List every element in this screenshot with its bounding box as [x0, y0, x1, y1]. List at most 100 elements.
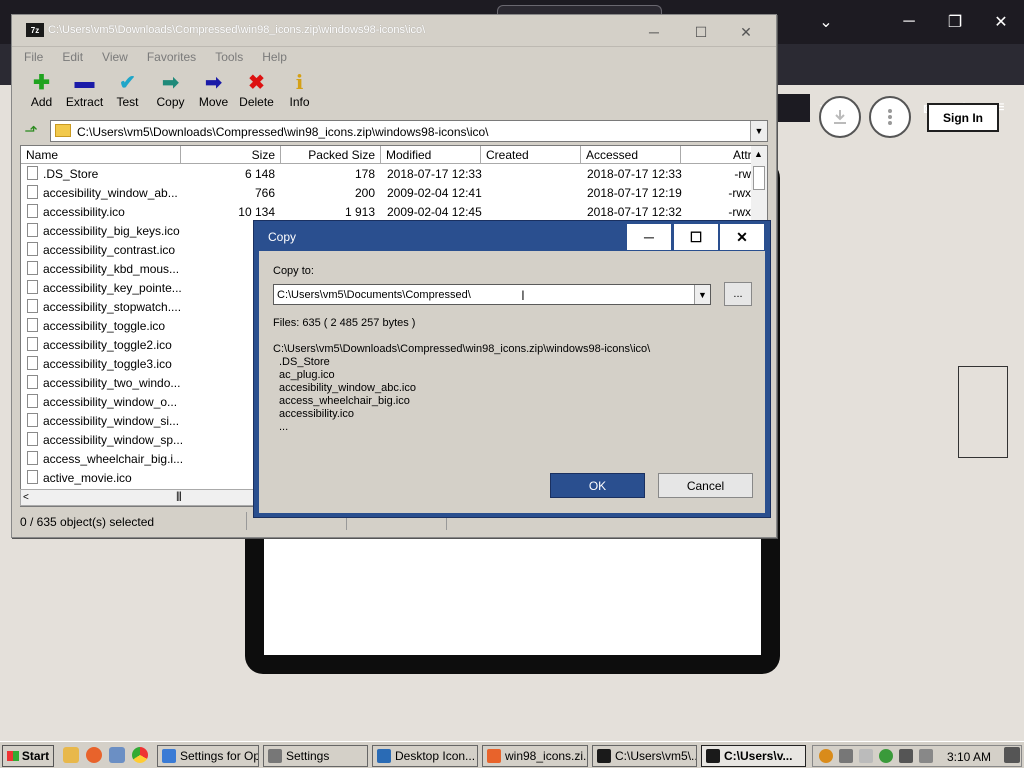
address-input[interactable]: C:\Users\vm5\Downloads\Compressed\win98_… [50, 120, 768, 142]
source-item: ... [279, 421, 289, 433]
taskbar-button[interactable]: Settings [263, 745, 368, 767]
table-row[interactable]: accesibility_window_ab... 766 200 2009-02-0… [21, 184, 767, 203]
menu-file[interactable]: File [12, 47, 50, 67]
firefox-quicklaunch-icon[interactable] [86, 747, 102, 763]
ok-button[interactable]: OK [550, 473, 645, 498]
dialog-maximize-icon[interactable]: ☐ [674, 224, 718, 250]
cell-attrib: -rwxr- [728, 186, 759, 200]
menu-tools[interactable]: Tools [203, 47, 250, 67]
taskbar-button[interactable]: Desktop Icon... [372, 745, 478, 767]
sign-in-button[interactable]: Sign In [927, 103, 999, 132]
shield-icon[interactable] [859, 749, 873, 763]
browser-minimize-icon[interactable]: ─ [894, 8, 924, 36]
volume-muted-icon[interactable] [919, 749, 933, 763]
test-button[interactable]: ✔ Test [106, 69, 149, 115]
status-divider [246, 512, 247, 530]
cell-name: accessibility_stopwatch.... [43, 300, 182, 314]
source-item: ac_plug.ico [279, 369, 335, 381]
display-icon[interactable] [899, 749, 913, 763]
file-icon [27, 470, 38, 484]
chevron-down-icon[interactable]: ▼ [694, 285, 710, 304]
task-icon [268, 749, 282, 763]
cell-accessed: 2018-07-17 12:32 [587, 205, 682, 219]
scroll-grip-icon[interactable]: ||| [176, 491, 182, 502]
file-icon [27, 337, 38, 351]
minimize-icon[interactable]: ─ [632, 19, 676, 45]
chevron-down-icon[interactable]: ▼ [750, 121, 767, 141]
cell-attrib: -rwxr- [728, 205, 759, 219]
chrome-quicklaunch-icon[interactable] [132, 747, 148, 763]
cancel-button[interactable]: Cancel [658, 473, 753, 498]
copy-button[interactable]: ➡ Copy [149, 69, 192, 115]
keyboard-quicklaunch-icon[interactable] [109, 747, 125, 763]
file-icon [27, 318, 38, 332]
browser-close-icon[interactable]: ✕ [986, 8, 1016, 36]
copy-dialog: Copy ─ ☐ ✕ Copy to: C:\Users\vm5\Documen… [253, 220, 771, 518]
scroll-up-icon[interactable]: ▲ [754, 149, 763, 159]
scroll-left-icon[interactable]: < [23, 492, 29, 503]
table-row[interactable]: .DS_Store 6 148 178 2018-07-17 12:33 2018-07… [21, 165, 767, 184]
extract-button[interactable]: ▬ Extract [63, 69, 106, 115]
cell-name: active_movie.ico [43, 471, 132, 485]
selection-status: 0 / 635 object(s) selected [20, 515, 155, 529]
plus-icon: ✚ [33, 71, 50, 94]
copy-to-combobox[interactable]: C:\Users\vm5\Documents\Compressed\ ▼ [273, 284, 711, 305]
notifications-icon[interactable] [1004, 747, 1020, 763]
column-header-size[interactable]: Size [181, 146, 281, 164]
column-header-modified[interactable]: Modified [381, 146, 481, 164]
cell-name: accessibility.ico [43, 205, 125, 219]
vertical-scrollbar[interactable]: ▲ [751, 146, 767, 226]
task-icon [162, 749, 176, 763]
browser-restore-icon[interactable]: ❐ [940, 8, 970, 36]
taskbar-button[interactable]: Settings for Op... [157, 745, 259, 767]
folder-quicklaunch-icon[interactable] [63, 747, 79, 763]
menu-help[interactable]: Help [250, 47, 294, 67]
scroll-thumb[interactable] [753, 166, 765, 190]
text-cursor-icon: I [521, 287, 525, 303]
up-folder-icon[interactable]: ⬏ [20, 120, 42, 142]
file-icon [27, 451, 38, 465]
download-icon[interactable] [819, 96, 861, 138]
cell-name: accesibility_window_ab... [43, 186, 178, 200]
close-icon[interactable]: ✕ [724, 19, 768, 45]
dialog-close-icon[interactable]: ✕ [720, 224, 764, 250]
dialog-titlebar[interactable]: Copy ─ ☐ ✕ [254, 221, 770, 251]
menu-favorites[interactable]: Favorites [135, 47, 203, 67]
horizontal-scrollbar[interactable]: < ||| [20, 489, 265, 506]
move-button[interactable]: ➡ Move [192, 69, 235, 115]
more-options-icon[interactable] [869, 96, 911, 138]
window-titlebar[interactable]: 7z C:\Users\vm5\Downloads\Compressed\win… [12, 15, 776, 47]
chevron-down-icon[interactable]: ⌄ [811, 8, 841, 36]
file-icon [27, 299, 38, 313]
copy-to-label: Copy to: [273, 265, 314, 277]
files-info: Files: 635 ( 2 485 257 bytes ) [273, 317, 416, 329]
network-off-icon[interactable] [839, 749, 853, 763]
taskbar-button[interactable]: win98_icons.zi... [482, 745, 588, 767]
taskbar-button[interactable]: C:\Users\vm5\... [592, 745, 697, 767]
info-button[interactable]: i Info [278, 69, 321, 115]
column-header-packed-size[interactable]: Packed Size [281, 146, 381, 164]
browse-button[interactable]: ... [724, 282, 752, 306]
column-header-accessed[interactable]: Accessed [581, 146, 681, 164]
add-button[interactable]: ✚ Add [20, 69, 63, 115]
task-icon [377, 749, 391, 763]
cell-name: accessibility_two_windo... [43, 376, 181, 390]
start-button[interactable]: Start [2, 745, 54, 767]
cell-modified: 2009-02-04 12:45 [387, 205, 482, 219]
file-icon [27, 204, 38, 218]
dialog-minimize-icon[interactable]: ─ [627, 224, 671, 250]
cell-size: 6 148 [244, 167, 275, 181]
windows-logo-icon [6, 751, 19, 761]
menu-view[interactable]: View [90, 47, 135, 67]
cell-name: accessibility_kbd_mous... [43, 262, 180, 276]
column-header-created[interactable]: Created [481, 146, 581, 164]
taskbar-button[interactable]: C:\Users\v... [701, 745, 806, 767]
globe-icon[interactable] [879, 749, 893, 763]
delete-button[interactable]: ✖ Delete [235, 69, 278, 115]
folder-icon [55, 124, 71, 137]
maximize-icon[interactable]: ☐ [679, 19, 723, 45]
menu-edit[interactable]: Edit [50, 47, 90, 67]
cell-size: 10 134 [238, 205, 275, 219]
column-header-name[interactable]: Name [21, 146, 181, 164]
search-tray-icon[interactable] [819, 749, 833, 763]
